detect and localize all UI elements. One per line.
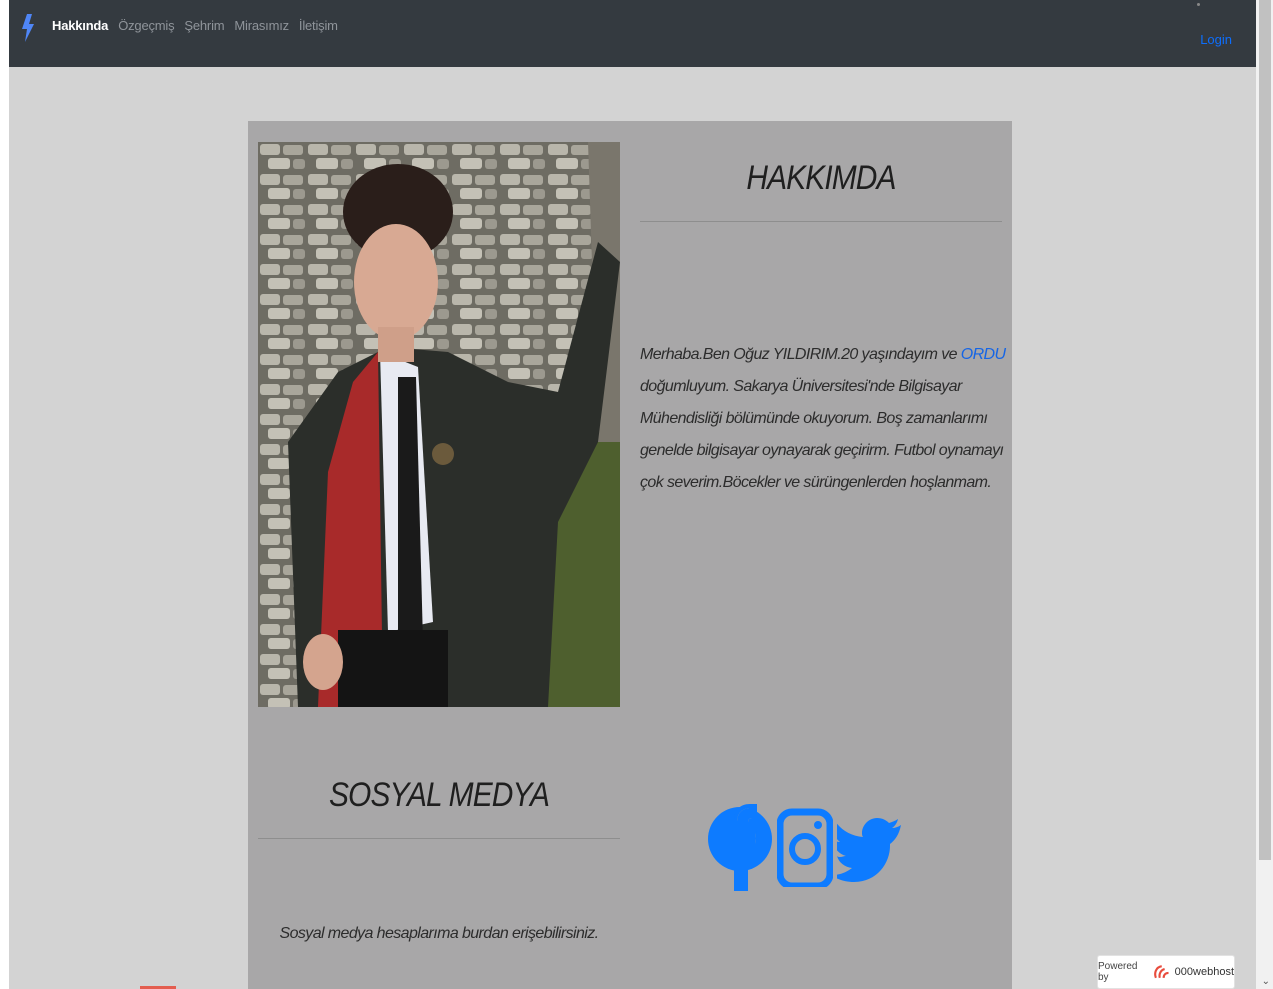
instagram-icon[interactable] <box>777 795 833 887</box>
vertical-scrollbar[interactable]: ⌄ <box>1256 0 1273 989</box>
facebook-icon[interactable] <box>707 791 773 891</box>
about-title: HAKKIMDA <box>746 159 896 197</box>
navbar-dot <box>1197 3 1200 6</box>
nav-link-hakkinda[interactable]: Hakkında <box>52 18 108 33</box>
nav-link-sehrim[interactable]: Şehrim <box>184 18 224 33</box>
profile-photo <box>258 142 620 707</box>
about-divider <box>640 221 1002 222</box>
scrollbar-thumb[interactable] <box>1259 0 1271 860</box>
webhost-name: 000webhost <box>1174 966 1234 978</box>
social-divider <box>258 838 620 839</box>
social-title: SOSYAL MEDYA <box>328 776 550 814</box>
webhost-logo-icon <box>1154 965 1169 979</box>
twitter-icon[interactable] <box>837 797 901 885</box>
login-link[interactable]: Login <box>1200 32 1232 47</box>
nav-links: Hakkında Özgeçmiş Şehrim Mirasımız İleti… <box>52 18 338 33</box>
scroll-down-arrow-icon[interactable]: ⌄ <box>1262 976 1270 987</box>
about-text-end: doğumluyum. Sakarya Üniversitesi'nde Bil… <box>640 378 1004 491</box>
left-edge <box>0 0 9 989</box>
powered-by-badge[interactable]: Powered by 000webhost <box>1097 955 1235 989</box>
nav-link-ozgecmis[interactable]: Özgeçmiş <box>118 18 174 33</box>
powered-by-label: Powered by <box>1098 961 1138 983</box>
social-icons <box>707 791 901 891</box>
about-text-start: Merhaba.Ben Oğuz YILDIRIM.20 yaşındayım … <box>640 346 961 363</box>
about-card: HAKKIMDA Merhaba.Ben Oğuz YILDIRIM.20 ya… <box>248 121 1012 989</box>
nav-link-iletisim[interactable]: İletişim <box>299 18 338 33</box>
top-navbar: Hakkında Özgeçmiş Şehrim Mirasımız İleti… <box>9 0 1256 67</box>
city-link[interactable]: ORDU <box>961 346 1006 363</box>
social-text: Sosyal medya hesaplarıma burdan erişebil… <box>279 925 600 942</box>
about-text: Merhaba.Ben Oğuz YILDIRIM.20 yaşındayım … <box>640 339 1010 499</box>
nav-link-mirasimiz[interactable]: Mirasımız <box>234 18 289 33</box>
lightning-bolt-icon[interactable] <box>21 14 35 42</box>
